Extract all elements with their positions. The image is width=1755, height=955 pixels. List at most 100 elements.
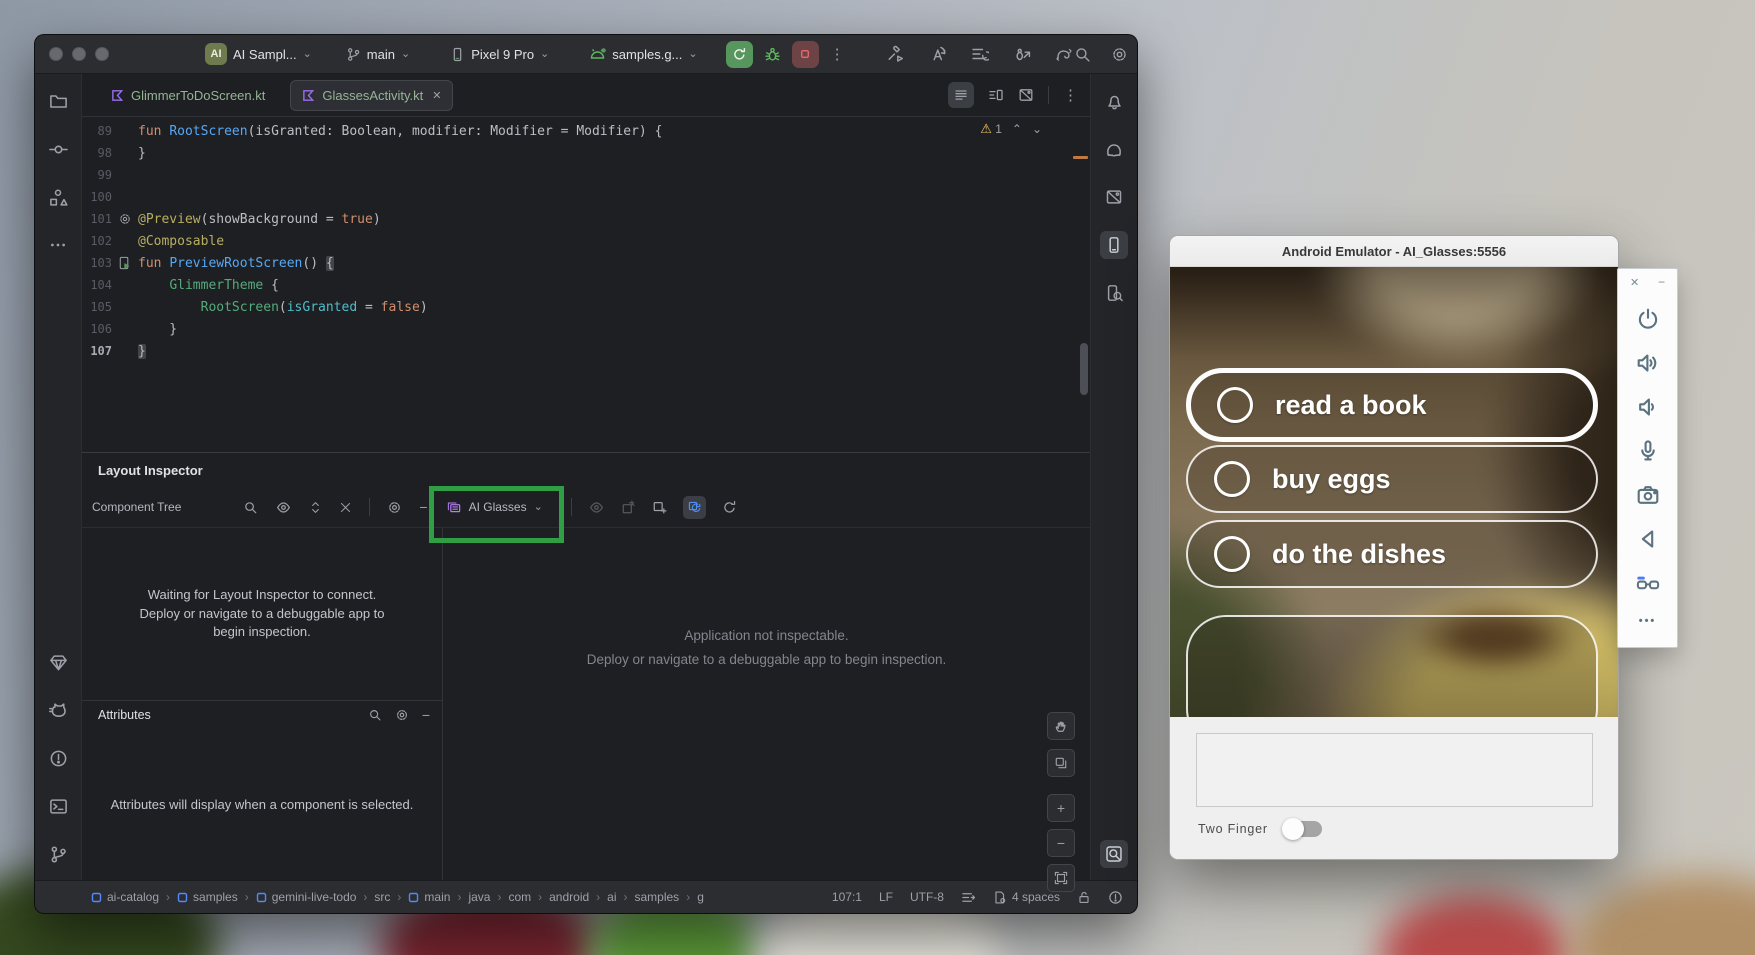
power-button-icon[interactable] [1636,307,1660,331]
breadcrumb-item[interactable]: ai [607,890,616,904]
file-encoding[interactable]: UTF-8 [910,890,944,904]
project-selector[interactable]: AI AI Sampl... ⌄ [205,43,312,65]
touchpad-input-area[interactable] [1196,733,1593,807]
expand-all-icon[interactable] [309,500,322,515]
zoom-window-button[interactable] [95,47,109,61]
debug-icon[interactable] [764,46,781,63]
sidebar-item-terminal[interactable] [44,792,72,820]
vcs-branch-selector[interactable]: main ⌄ [346,47,410,62]
unlock-icon[interactable] [1077,890,1091,905]
volume-up-icon[interactable] [1636,351,1660,375]
emulator-titlebar[interactable]: Android Emulator - AI_Glasses:5556 [1170,236,1618,267]
breadcrumb-item[interactable]: gemini-live-todo [256,890,357,904]
run-config-selector[interactable]: samples.g... ⌄ [589,47,697,62]
microphone-icon[interactable] [1636,439,1660,463]
zoom-in-button[interactable]: + [1047,794,1075,822]
breadcrumb-item[interactable]: src [374,890,390,904]
volume-down-icon[interactable] [1636,395,1660,419]
line-number[interactable]: 105 [82,300,112,314]
line-number[interactable]: 89 [82,124,112,138]
prev-warning-icon[interactable]: ⌃ [1012,122,1022,136]
sidebar-item-project[interactable] [44,87,72,115]
line-number[interactable]: 100 [82,190,112,204]
sidebar-item-logcat[interactable] [44,696,72,724]
sync-history-icon[interactable] [971,45,989,63]
todo-radio-icon[interactable] [1214,461,1250,497]
sidebar-item-running-devices[interactable] [1100,231,1128,259]
back-button-icon[interactable] [1636,527,1660,551]
emulator-screen[interactable]: read a bookbuy eggsdo the dishes [1170,267,1618,717]
line-number[interactable]: 101 [82,212,112,226]
attributes-settings-gear-icon[interactable] [395,708,409,722]
todo-item[interactable]: buy eggs [1186,445,1598,513]
breadcrumb-item[interactable]: samples [177,890,238,904]
build-run-icon[interactable] [887,45,905,63]
breadcrumb-item[interactable]: ai-catalog [91,890,159,904]
todo-radio-icon[interactable] [1214,536,1250,572]
caret-position[interactable]: 107:1 [832,890,862,904]
rerun-button[interactable] [726,41,753,68]
process-selector[interactable]: AI Glasses ⌄ [444,497,545,518]
sidebar-item-notifications[interactable] [1100,87,1128,115]
emulator-close-button[interactable]: ✕ [1630,276,1639,289]
line-number[interactable]: 99 [82,168,112,182]
emulator-minimize-button[interactable]: − [1658,275,1665,289]
sidebar-item-layout-inspector-toggle[interactable] [1100,840,1128,868]
refresh-icon[interactable] [722,500,737,515]
sidebar-item-commit[interactable] [44,135,72,163]
close-tab-icon[interactable]: ✕ [432,89,441,102]
tree-settings-gear-icon[interactable] [387,500,402,515]
window-controls[interactable] [49,47,109,61]
breadcrumb-item[interactable]: java [468,890,490,904]
view-options-eye-icon[interactable] [275,500,292,515]
layers-button[interactable] [1047,749,1075,777]
todo-radio-icon[interactable] [1217,387,1253,423]
sidebar-item-assistant[interactable] [44,648,72,676]
export-snapshot-icon[interactable] [621,500,636,515]
ai-glasses-icon[interactable] [1635,571,1661,595]
todo-item-partial[interactable] [1186,615,1598,717]
attach-debugger-icon[interactable] [1013,45,1031,63]
line-number[interactable]: 104 [82,278,112,292]
apply-changes-icon[interactable] [929,45,947,63]
line-number[interactable]: 102 [82,234,112,248]
warning-stripe-mark[interactable] [1073,156,1088,159]
breadcrumb-item[interactable]: com [508,890,531,904]
sidebar-item-layout-inspector[interactable] [1100,279,1128,307]
next-warning-icon[interactable]: ⌄ [1032,122,1042,136]
kebab-menu-icon[interactable]: ⋮ [1063,88,1078,103]
deep-inspect-eye-icon[interactable] [588,500,605,515]
editor-scrollbar[interactable] [1080,343,1088,395]
tab-glimmertodoscreen[interactable]: GlimmerToDoScreen.kt [100,81,276,110]
split-view-icon[interactable] [988,87,1004,103]
sidebar-item-version-control[interactable] [44,840,72,868]
line-number[interactable]: 98 [82,146,112,160]
sidebar-item-more-tools[interactable] [44,231,72,259]
todo-item[interactable]: read a book [1186,368,1598,442]
hide-panel-icon[interactable]: − [419,500,427,514]
breadcrumb-item[interactable]: main [408,890,450,904]
kebab-menu-icon[interactable]: ⋮ [830,47,845,62]
sidebar-item-structure[interactable] [44,183,72,211]
search-icon[interactable] [368,708,382,722]
search-icon[interactable] [243,500,258,515]
sidebar-item-device-manager[interactable] [1100,183,1128,211]
code-editor[interactable]: 89fun RootScreen(isGranted: Boolean, mod… [82,117,1090,452]
run-preview-icon[interactable] [118,256,132,270]
pan-hand-button[interactable] [1047,712,1075,740]
minimize-window-button[interactable] [72,47,86,61]
sidebar-item-gemini[interactable] [1100,135,1128,163]
zoom-fit-button[interactable] [1047,864,1075,892]
line-number[interactable]: 107 [82,344,112,358]
design-view-icon[interactable] [1018,87,1034,103]
breadcrumb-item[interactable]: g [697,890,704,904]
gutter[interactable] [112,212,138,226]
sidebar-item-problems[interactable] [44,744,72,772]
preview-settings-icon[interactable] [118,212,132,226]
search-icon[interactable] [1074,46,1091,63]
gradle-sync-icon[interactable] [1055,46,1074,63]
inspection-widget[interactable]: ⚠ 1 ⌃ ⌄ [980,121,1042,137]
code-view-button[interactable] [948,82,974,108]
line-ending[interactable]: LF [879,890,893,904]
breadcrumb-item[interactable]: samples [635,890,680,904]
